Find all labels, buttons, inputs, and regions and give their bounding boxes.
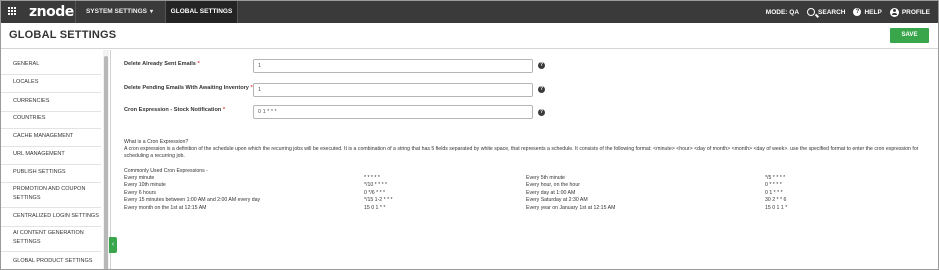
app-window: znode SYSTEM SETTINGS ▾ GLOBAL SETTINGS M… <box>0 0 939 270</box>
divider <box>1 226 101 227</box>
nav-system-settings[interactable]: SYSTEM SETTINGS ▾ <box>76 1 163 23</box>
help-label: HELP <box>864 8 882 16</box>
user-icon <box>889 7 899 17</box>
cron-expression-input[interactable] <box>253 105 533 119</box>
sidebar-item-centralized-login[interactable]: CENTRALIZED LOGIN SETTINGS <box>13 212 99 221</box>
divider <box>1 92 101 93</box>
sidebar-item-currencies[interactable]: CURRENCIES <box>13 97 99 106</box>
znode-logo[interactable]: znode <box>29 3 74 21</box>
cron-expr: 0 1 * * * <box>765 190 783 196</box>
required-marker: * <box>222 107 226 113</box>
field-label-text: Delete Pending Emails With Awaiting Inve… <box>124 85 249 91</box>
app-grid-icon[interactable] <box>8 7 17 16</box>
cron-desc: Every month on the 1st at 12:15 AM <box>124 205 207 211</box>
cron-desc: Every Saturday at 2:30 AM <box>526 197 588 203</box>
sidebar-item-general[interactable]: GENERAL <box>13 60 99 69</box>
delete-pending-emails-input[interactable] <box>253 83 533 97</box>
collapse-sidebar-button[interactable]: ‹ <box>109 237 117 253</box>
field-label-cron-expression: Cron Expression - Stock Notification * <box>124 107 225 113</box>
divider <box>1 251 101 252</box>
sidebar-item-countries[interactable]: COUNTRIES <box>13 114 99 123</box>
search-icon <box>807 8 816 16</box>
help-icon: ? <box>853 8 862 16</box>
settings-sidebar: GENERAL LOCALES CURRENCIES COUNTRIES CAC… <box>1 50 111 269</box>
cron-desc: Every 15 minutes between 1:00 AM and 2:0… <box>124 197 261 203</box>
field-label-text: Delete Already Sent Emails <box>124 61 196 67</box>
cron-expr: 0 */6 * * * <box>364 190 386 196</box>
sidebar-item-publish-settings[interactable]: PUBLISH SETTINGS <box>13 168 99 177</box>
profile-button[interactable]: PROFILE <box>889 7 930 17</box>
profile-label: PROFILE <box>901 8 930 16</box>
cron-desc: Every 5th minute <box>526 175 565 181</box>
page-header: GLOBAL SETTINGS SAVE <box>1 23 938 49</box>
cron-desc: Every minute <box>124 175 155 181</box>
required-marker: * <box>197 61 200 67</box>
divider <box>1 146 101 147</box>
delete-sent-emails-input[interactable] <box>253 59 533 73</box>
nav-system-settings-label: SYSTEM SETTINGS <box>85 8 148 15</box>
cron-expr: * * * * * <box>364 175 380 181</box>
help-button[interactable]: ? HELP <box>853 8 882 16</box>
divider <box>1 128 101 129</box>
cron-desc: Every year on January 1st at 12:15 AM <box>526 205 616 211</box>
cron-info-body: A cron expression is a definition of the… <box>124 146 919 159</box>
sidebar-item-cache-management[interactable]: CACHE MANAGEMENT <box>13 132 99 141</box>
sidebar-item-promotion-coupon[interactable]: PROMOTION AND COUPON SETTINGS <box>13 185 99 203</box>
cron-desc: Every hour, on the hour <box>526 182 580 188</box>
sidebar-item-ai-content[interactable]: AI CONTENT GENERATION SETTINGS <box>13 229 99 247</box>
sidebar-item-url-management[interactable]: URL MANAGEMENT <box>13 150 99 159</box>
sidebar-item-locales[interactable]: LOCALES <box>13 78 99 87</box>
divider <box>1 207 101 208</box>
cron-expr: 0 * * * * <box>765 182 782 188</box>
divider <box>1 182 101 183</box>
cron-desc: Every 10th minute <box>124 182 166 188</box>
chevron-down-icon: ▾ <box>150 9 154 15</box>
help-icon[interactable]: ? <box>538 62 545 69</box>
mode-indicator[interactable]: MODE: QA <box>766 9 799 16</box>
cron-expr: */10 * * * * <box>364 182 388 188</box>
field-label-text: Cron Expression - Stock Notification <box>124 107 222 113</box>
nav-global-settings[interactable]: GLOBAL SETTINGS <box>165 1 238 23</box>
cron-expr: */5 * * * * <box>765 175 786 181</box>
help-icon[interactable]: ? <box>538 86 545 93</box>
cron-desc: Every 6 hours <box>124 190 157 196</box>
divider <box>1 111 101 112</box>
sidebar-scrollbar-thumb[interactable] <box>104 56 108 269</box>
chevron-left-icon: ‹ <box>111 241 115 248</box>
sidebar-item-global-product[interactable]: GLOBAL PRODUCT SETTINGS <box>13 257 99 266</box>
page-title: GLOBAL SETTINGS <box>9 29 117 41</box>
cron-expr: 15 0 1 1 * <box>765 205 788 211</box>
save-button[interactable]: SAVE <box>890 28 929 43</box>
cron-expr: 15 0 1 * * <box>364 205 386 211</box>
search-button[interactable]: SEARCH <box>807 8 845 16</box>
topbar-actions: MODE: QA SEARCH ? HELP PROFILE <box>766 1 930 23</box>
cron-desc: Every day at 1:00 AM <box>526 190 576 196</box>
divider <box>1 74 101 75</box>
cron-info-title: What is a Cron Expression? <box>124 139 189 145</box>
field-label-delete-sent-emails: Delete Already Sent Emails * <box>124 61 200 67</box>
divider <box>1 164 101 165</box>
help-icon[interactable]: ? <box>538 109 545 116</box>
field-label-delete-pending-emails: Delete Pending Emails With Awaiting Inve… <box>124 85 253 91</box>
search-label: SEARCH <box>818 8 846 16</box>
cron-expr: 30 2 * * 6 <box>765 197 787 203</box>
common-cron-title: Commonly Used Cron Expressions - <box>124 168 208 174</box>
cron-expr: */15 1-2 * * * <box>364 197 393 203</box>
top-navigation-bar: znode SYSTEM SETTINGS ▾ GLOBAL SETTINGS M… <box>1 1 938 23</box>
